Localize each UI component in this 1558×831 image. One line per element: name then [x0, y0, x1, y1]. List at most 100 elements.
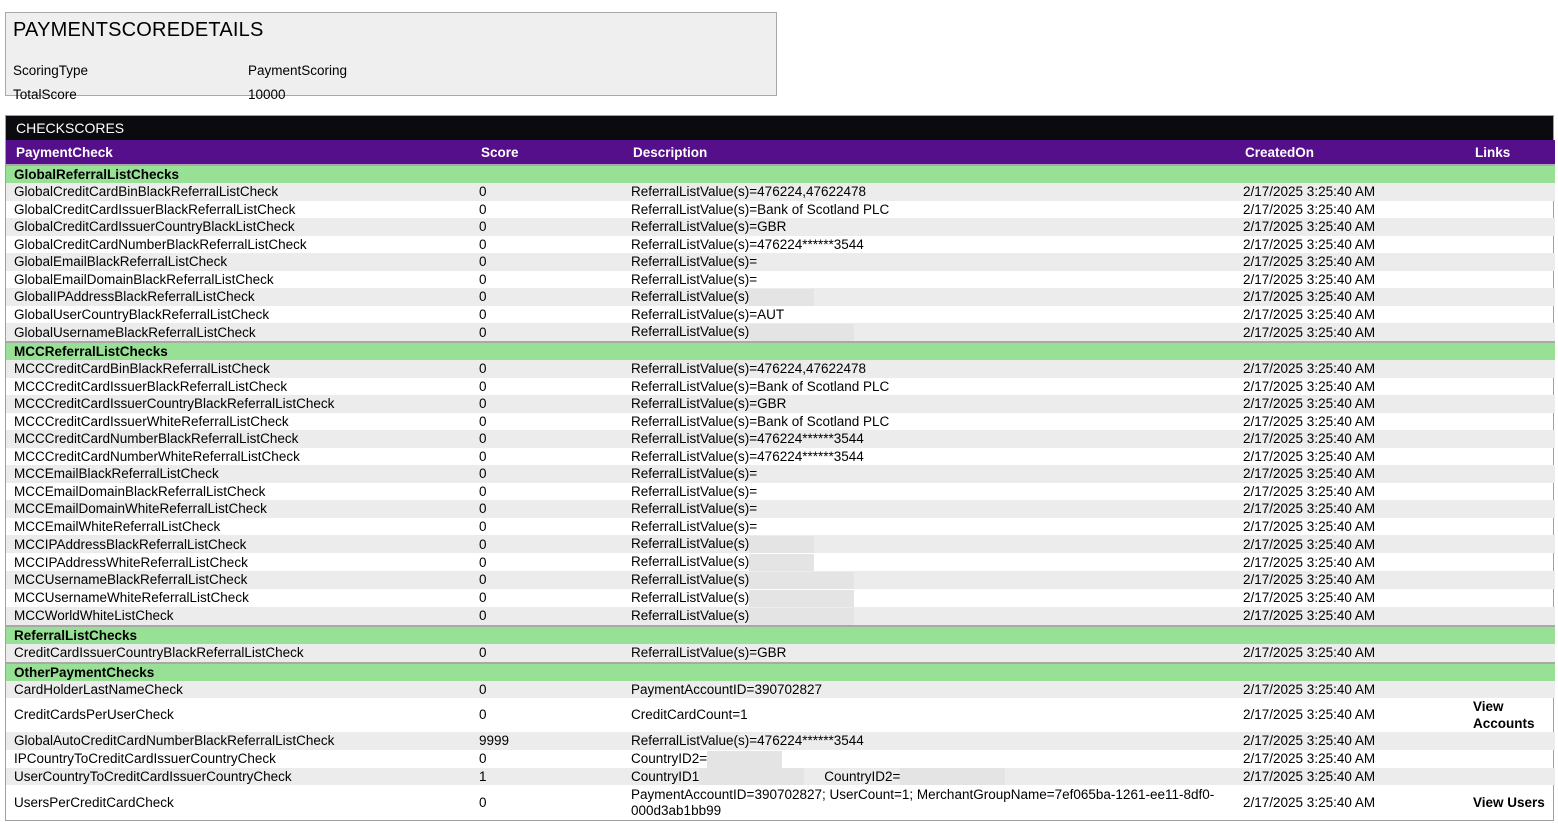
- view-users-link[interactable]: View Users: [1473, 794, 1545, 811]
- score-cell: 9999: [471, 732, 623, 750]
- payment-check-cell: MCCCreditCardBinBlackReferralListCheck: [6, 360, 471, 378]
- description-text: ReferralListValue(s)=GBR: [631, 645, 787, 661]
- description-text: CountryID1: [631, 768, 700, 784]
- check-scores-panel: CHECKSCORES PaymentCheck Score Descripti…: [5, 115, 1555, 822]
- table-row: MCCCreditCardIssuerWhiteReferralListChec…: [6, 413, 1555, 431]
- table-row: CardHolderLastNameCheck 0 PaymentAccountID…: [6, 680, 1555, 699]
- created-on-cell: 2/17/2025 3:25:40 AM: [1235, 395, 1465, 413]
- description-cell: CountryID1 CountryID2=: [623, 767, 1235, 786]
- description-text: CountryID2=: [631, 750, 708, 766]
- description-cell: ReferralListValue(s): [623, 288, 1235, 306]
- payment-score-details-panel: PAYMENTSCOREDETAILS ScoringType PaymentS…: [5, 12, 777, 102]
- description-text: ReferralListValue(s)=: [631, 254, 758, 269]
- created-on-cell: 2/17/2025 3:25:40 AM: [1235, 360, 1465, 378]
- payment-check-cell: GlobalCreditCardNumberBlackReferralListC…: [14, 236, 307, 252]
- group-header-row: ReferralListChecks: [6, 625, 1555, 645]
- created-on-cell: 2/17/2025 3:25:40 AM: [1243, 413, 1376, 429]
- description-cell: CountryID2=: [623, 750, 1235, 768]
- created-on-cell: 2/17/2025 3:25:40 AM: [1235, 323, 1465, 343]
- description-text: CreditCardCount=1: [631, 707, 748, 723]
- description-cell: ReferralListValue(s)=476224,47622478: [623, 360, 1235, 378]
- table-row: MCCCreditCardIssuerCountryBlackReferralL…: [6, 395, 1555, 413]
- table-row: MCCCreditCardNumberWhiteReferralListChec…: [6, 448, 1555, 466]
- description-cell: ReferralListValue(s): [623, 571, 1235, 590]
- header-row: PaymentCheck Score Description CreatedOn…: [6, 140, 1555, 165]
- score-cell: 0: [479, 236, 487, 252]
- payment-check-cell: MCCUsernameWhiteReferralListCheck: [14, 590, 249, 606]
- links-cell: [1465, 465, 1555, 483]
- view-accounts-link[interactable]: View Accounts: [1473, 698, 1543, 732]
- payment-check-cell: MCCWorldWhiteListCheck: [6, 607, 471, 627]
- description-text: ReferralListValue(s): [631, 289, 750, 304]
- created-on-cell: 2/17/2025 3:25:40 AM: [1243, 448, 1376, 464]
- description-text: ReferralListValue(s)=: [631, 466, 758, 482]
- description-text: ReferralListValue(s): [631, 324, 750, 340]
- description-text: ReferralListValue(s)=476224******3544: [631, 448, 864, 464]
- description-text: ReferralListValue(s)=GBR: [631, 396, 787, 412]
- description-cell: ReferralListValue(s)=Bank of Scotland PL…: [623, 201, 1235, 219]
- links-cell: [1465, 430, 1555, 448]
- description-cell: ReferralListValue(s)=476224,47622478: [623, 183, 1235, 201]
- payment-check-cell: MCCCreditCardIssuerWhiteReferralListChec…: [14, 413, 289, 429]
- payment-check-cell: CreditCardsPerUserCheck: [14, 707, 174, 723]
- created-on-cell: 2/17/2025 3:25:40 AM: [1235, 253, 1465, 271]
- description-text: ReferralListValue(s): [631, 554, 750, 570]
- detail-label: TotalScore: [13, 87, 77, 102]
- score-cell: 0: [471, 323, 623, 343]
- payment-check-cell: MCCEmailDomainWhiteReferralListCheck: [6, 500, 471, 518]
- detail-value: 10000: [248, 87, 286, 102]
- created-on-cell: 2/17/2025 3:25:40 AM: [1243, 794, 1376, 810]
- table-row: MCCCreditCardBinBlackReferralListCheck 0 R…: [6, 360, 1555, 378]
- created-on-cell: 2/17/2025 3:25:40 AM: [1235, 607, 1465, 627]
- table-row: CreditCardsPerUserCheck 0 CreditCardCount=…: [6, 698, 1555, 732]
- description-cell: ReferralListValue(s)=: [623, 518, 1235, 536]
- description-text: ReferralListValue(s)=Bank of Scotland PL…: [631, 378, 890, 394]
- description-cell: PaymentAccountID=390702827: [623, 680, 1235, 699]
- created-on-cell: 2/17/2025 3:25:40 AM: [1235, 535, 1465, 554]
- created-on-cell: 2/17/2025 3:25:40 AM: [1243, 483, 1376, 499]
- created-on-cell: 2/17/2025 3:25:40 AM: [1243, 750, 1376, 766]
- redacted-value: [749, 590, 855, 608]
- created-on-cell: 2/17/2025 3:25:40 AM: [1243, 271, 1376, 287]
- description-cell: ReferralListValue(s)=476224******3544: [623, 236, 1235, 254]
- description-text: ReferralListValue(s)=476224******3544: [631, 431, 864, 447]
- description-cell: ReferralListValue(s)=476224******3544: [623, 732, 1235, 750]
- payment-check-cell: CardHolderLastNameCheck: [6, 680, 471, 699]
- payment-check-cell: UserCountryToCreditCardIssuerCountryChec…: [6, 767, 471, 786]
- created-on-cell: 2/17/2025 3:25:40 AM: [1235, 732, 1465, 750]
- payment-check-cell: GlobalAutoCreditCardNumberBlackReferralL…: [6, 732, 471, 750]
- table-row: MCCWorldWhiteListCheck 0 ReferralListValue…: [6, 607, 1555, 627]
- links-cell: [1465, 518, 1555, 536]
- links-cell: [1465, 553, 1555, 571]
- page-title: PAYMENTSCOREDETAILS: [13, 19, 264, 41]
- created-on-cell: 2/17/2025 3:25:40 AM: [1235, 644, 1465, 663]
- links-cell: [1465, 413, 1555, 431]
- description-cell: PaymentAccountID=390702827; UserCount=1;…: [623, 785, 1235, 820]
- table-row: MCCEmailBlackReferralListCheck 0 ReferralL…: [6, 465, 1555, 483]
- column-header-links: Links: [1465, 140, 1555, 165]
- links-cell: [1465, 589, 1555, 607]
- score-cell: 0: [471, 253, 623, 271]
- table-row: GlobalIPAddressBlackReferralListCheck 0 Re…: [6, 288, 1555, 306]
- description-cell: ReferralListValue(s)=: [623, 483, 1235, 501]
- score-cell: 0: [479, 378, 487, 394]
- table-row: GlobalEmailDomainBlackReferralListCheck 0…: [6, 271, 1555, 289]
- created-on-cell: 2/17/2025 3:25:40 AM: [1235, 500, 1465, 518]
- created-on-cell: 2/17/2025 3:25:40 AM: [1243, 201, 1376, 217]
- score-cell: 0: [471, 183, 623, 201]
- group-name: ReferralListChecks: [6, 625, 1555, 645]
- links-cell: [1465, 500, 1555, 518]
- payment-check-cell: MCCCreditCardIssuerCountryBlackReferralL…: [6, 395, 471, 413]
- description-cell: ReferralListValue(s)=GBR: [623, 644, 1235, 663]
- links-cell: [1465, 644, 1555, 663]
- table-row: MCCIPAddressBlackReferralListCheck 0 Refer…: [6, 535, 1555, 554]
- score-cell: 0: [471, 500, 623, 518]
- score-cell: 0: [471, 360, 623, 378]
- redacted-value: [749, 554, 815, 572]
- links-cell: View Accounts: [1465, 698, 1555, 732]
- description-cell: ReferralListValue(s): [623, 553, 1235, 572]
- payment-check-cell: GlobalEmailBlackReferralListCheck: [6, 253, 471, 271]
- description-text: ReferralListValue(s)=GBR: [631, 219, 787, 234]
- group-name: MCCReferralListChecks: [6, 341, 1555, 361]
- score-cell: 0: [479, 554, 487, 570]
